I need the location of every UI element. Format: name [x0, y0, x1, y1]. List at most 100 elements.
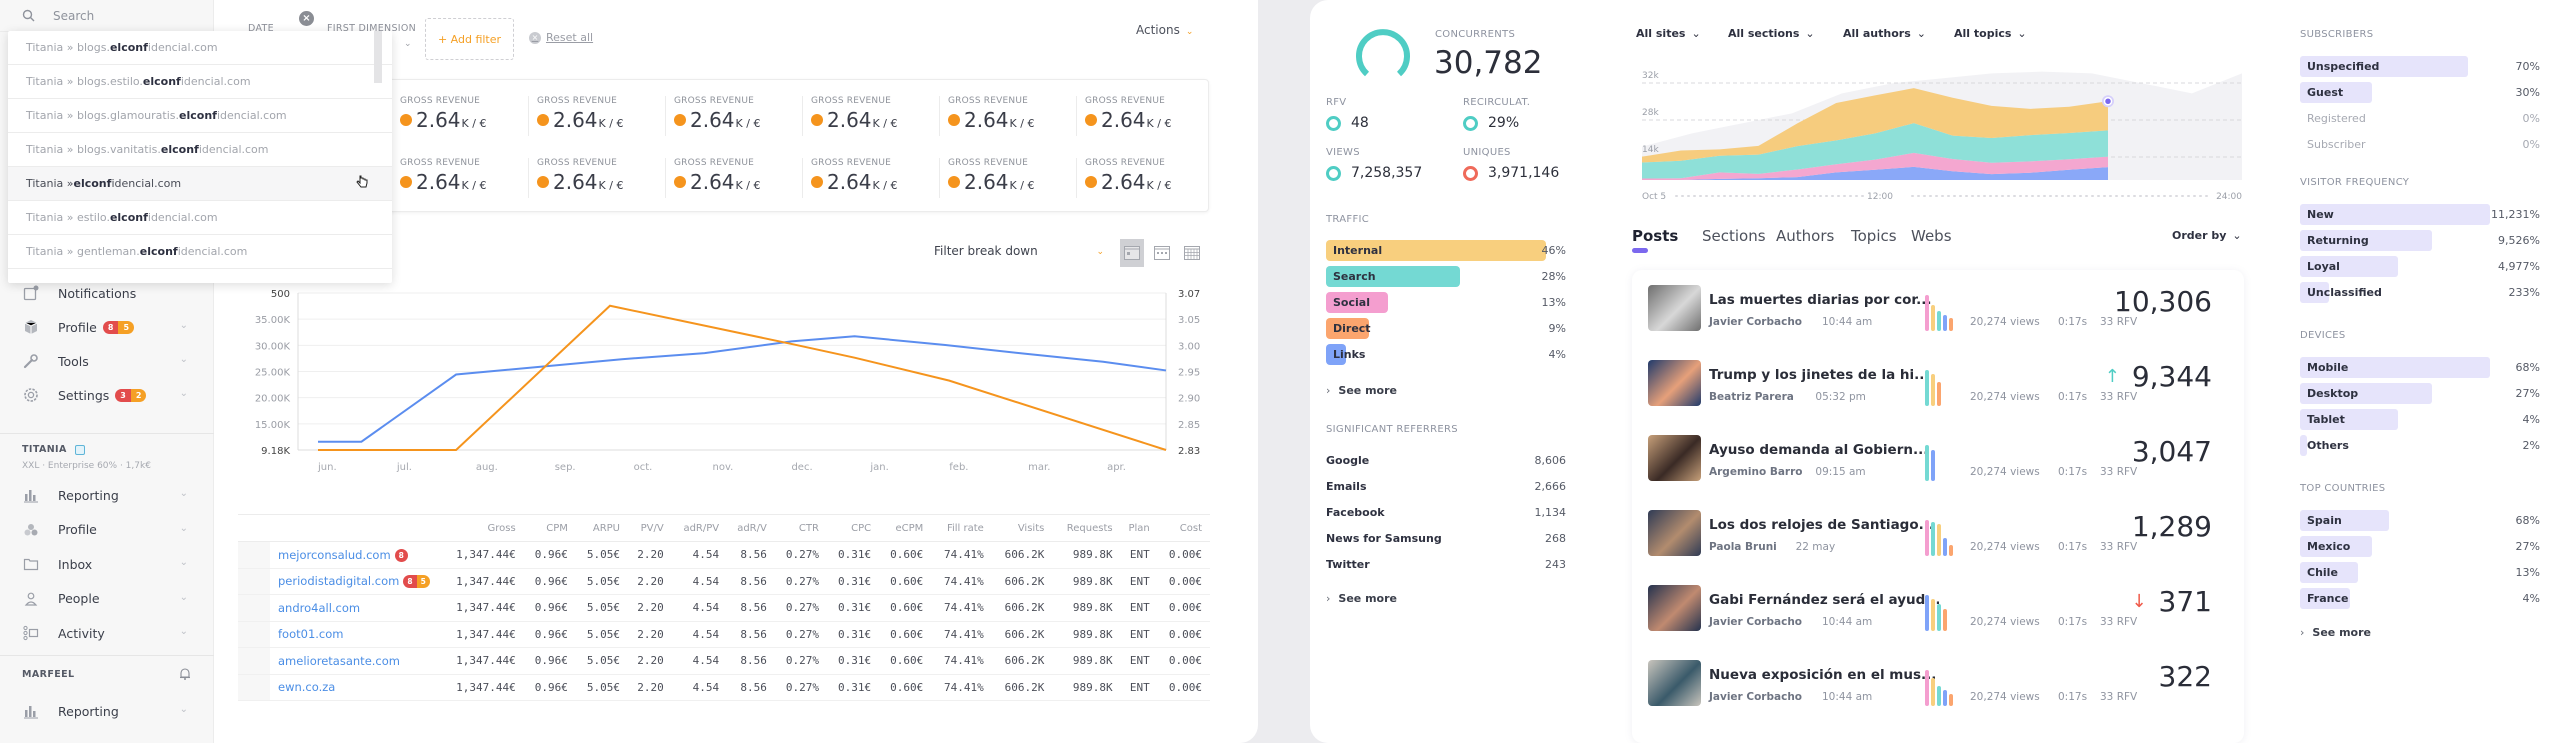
post-item[interactable]: Nueva exposición en el mus... Javier Corb… [1648, 660, 2228, 710]
traffic-row[interactable]: Direct 9% [1326, 318, 1566, 339]
site-link[interactable]: mejorconsalud.com [278, 548, 391, 562]
dropdown-option[interactable]: Titania » gentleman. elconf idencial.com [8, 235, 392, 269]
post-title[interactable]: Trump y los jinetes de la hi... [1709, 367, 1939, 383]
clear-date-filter-icon[interactable]: × [299, 11, 314, 26]
sidebar-item-inbox[interactable]: Inbox ⌄ [0, 547, 214, 581]
site-link[interactable]: periodistadigital.com [278, 574, 399, 588]
subscribers-row[interactable]: Registered 0% [2300, 108, 2540, 129]
order-by-dropdown[interactable]: Order by ⌄ [2172, 229, 2242, 242]
column-header[interactable] [238, 514, 438, 542]
traffic-row[interactable]: Links 4% [1326, 344, 1566, 365]
post-title[interactable]: Los dos relojes de Santiago... [1709, 517, 1939, 533]
subscribers-row[interactable]: Subscriber 0% [2300, 134, 2540, 155]
table-row[interactable]: amelioretasante.com 1,347.44€ 0.96€ 5.05€ 2.… [238, 647, 1210, 675]
devices-row[interactable]: Others 2% [2300, 435, 2540, 456]
column-header[interactable]: adR/PV [671, 514, 728, 542]
chevron-down-icon[interactable]: ⌄ [180, 320, 188, 331]
column-header[interactable]: adR/V [727, 514, 775, 542]
post-title[interactable]: Ayuso demanda al Gobiern... [1709, 442, 1939, 458]
column-header[interactable]: CPM [523, 514, 576, 542]
devices-row[interactable]: Tablet 4% [2300, 409, 2540, 430]
top-countries-row[interactable]: Mexico 27% [2300, 536, 2540, 557]
visitor-frequency-row[interactable]: Loyal 4,977% [2300, 256, 2540, 277]
column-header[interactable]: CPC [826, 514, 880, 542]
chevron-down-icon[interactable]: ⌄ [180, 592, 188, 603]
post-item[interactable]: Gabi Fernández será el ayud... Javier Cor… [1648, 585, 2228, 635]
visitor-frequency-row[interactable]: Unclassified 233% [2300, 282, 2540, 303]
tab-authors[interactable]: Authors [1776, 227, 1834, 245]
column-header[interactable]: Plan [1120, 514, 1158, 542]
top-countries-row[interactable]: France 4% [2300, 588, 2540, 609]
site-link[interactable]: foot01.com [278, 627, 343, 641]
site-link[interactable]: andro4all.com [278, 601, 360, 615]
filter-dropdown-all-sections[interactable]: All sections ⌄ [1728, 27, 1815, 40]
column-header[interactable]: CTR [774, 514, 827, 542]
traffic-row[interactable]: Social 13% [1326, 292, 1566, 313]
sidebar-search[interactable]: Search [0, 0, 214, 32]
subscribers-row[interactable]: Guest 30% [2300, 82, 2540, 103]
chevron-down-icon[interactable]: ⌄ [180, 557, 188, 568]
table-row[interactable]: periodistadigital.com 8 5 1,347.44€ 0.96€ 5.0… [238, 568, 1210, 595]
site-link[interactable]: amelioretasante.com [278, 654, 400, 668]
traffic-see-more-link[interactable]: › See more [1326, 384, 1397, 397]
filter-dropdown-all-sites[interactable]: All sites ⌄ [1636, 27, 1701, 40]
table-row[interactable]: andro4all.com 1,347.44€ 0.96€ 5.05€ 2.20 4.54… [238, 594, 1210, 622]
chevron-down-icon[interactable]: ⌄ [180, 388, 188, 399]
referrer-row[interactable]: Facebook 1,134 [1326, 506, 1566, 519]
chevron-down-icon[interactable]: ⌄ [404, 39, 412, 49]
table-row[interactable]: mejorconsalud.com 8 1,347.44€ 0.96€ 5.05€ 2.2… [238, 541, 1210, 569]
dropdown-option[interactable]: Titania » estilo. elconf idencial.com [8, 201, 392, 235]
dropdown-option[interactable]: Titania » blogs. elconf idencial.com [8, 31, 392, 65]
sidebar-item-people[interactable]: People ⌄ [0, 582, 214, 616]
table-row[interactable]: ewn.co.za 1,347.44€ 0.96€ 5.05€ 2.20 4.54 8.56… [238, 674, 1210, 701]
chevron-down-icon[interactable]: ⌄ [180, 354, 188, 365]
post-item[interactable]: Los dos relojes de Santiago... Paola Brun… [1648, 510, 2228, 560]
post-title[interactable]: Las muertes diarias por cor... [1709, 292, 1939, 308]
top-countries-row[interactable]: Chile 13% [2300, 562, 2540, 583]
chevron-down-icon[interactable]: ⌄ [180, 626, 188, 637]
sidebar-item-profile[interactable]: Profile ⌄ [0, 513, 214, 547]
referrer-row[interactable]: Twitter 243 [1326, 558, 1566, 571]
filter-breakdown-select[interactable]: Filter break down ⌄ [934, 244, 1104, 258]
column-header[interactable]: Gross [438, 514, 524, 542]
top-countries-row[interactable]: Spain 68% [2300, 510, 2540, 531]
post-title[interactable]: Nueva exposición en el mus... [1709, 667, 1939, 683]
grid-view-button[interactable] [1180, 239, 1204, 267]
search-input[interactable]: Search [53, 9, 94, 23]
chevron-down-icon[interactable]: ⌄ [180, 704, 188, 715]
sidebar-item-tools[interactable]: Tools ⌄ [0, 344, 214, 378]
add-filter-button[interactable]: + Add filter [425, 18, 514, 60]
dropdown-scrollbar[interactable] [374, 31, 382, 83]
single-view-button[interactable] [1120, 239, 1144, 267]
actions-dropdown[interactable]: Actions ⌄ [1136, 23, 1193, 37]
traffic-row[interactable]: Internal 46% [1326, 240, 1566, 261]
post-item[interactable]: Las muertes diarias por cor... Javier Cor… [1648, 285, 2228, 335]
chevron-down-icon[interactable]: ⌄ [180, 523, 188, 534]
filter-dropdown-all-authors[interactable]: All authors ⌄ [1843, 27, 1926, 40]
site-link[interactable]: ewn.co.za [278, 680, 335, 694]
referrer-row[interactable]: Emails 2,666 [1326, 480, 1566, 493]
column-header[interactable]: Fill rate [931, 514, 992, 542]
visitor-frequency-row[interactable]: Returning 9,526% [2300, 230, 2540, 251]
traffic-row[interactable]: Search 28% [1326, 266, 1566, 287]
tab-webs[interactable]: Webs [1911, 227, 1952, 245]
sidebar-item-reporting[interactable]: Reporting ⌄ [0, 478, 214, 512]
countries-see-more-link[interactable]: › See more [2300, 626, 2371, 639]
column-header[interactable]: eCPM [879, 514, 932, 542]
bell-icon[interactable] [178, 667, 192, 681]
post-title[interactable]: Gabi Fernández será el ayud... [1709, 592, 1939, 608]
post-item[interactable]: Ayuso demanda al Gobiern... Argemino Barr… [1648, 435, 2228, 485]
chevron-down-icon[interactable]: ⌄ [180, 488, 188, 499]
split-view-button[interactable] [1150, 239, 1174, 267]
subscribers-row[interactable]: Unspecified 70% [2300, 56, 2540, 77]
devices-row[interactable]: Desktop 27% [2300, 383, 2540, 404]
dropdown-option[interactable]: Titania » elconf idencial.com [8, 167, 392, 201]
referrer-row[interactable]: Google 8,606 [1326, 454, 1566, 467]
sidebar-item-activity[interactable]: Activity ⌄ [0, 616, 214, 650]
visitor-frequency-row[interactable]: New 11,231% [2300, 204, 2540, 225]
dropdown-option[interactable]: Titania » blogs.glamouratis. elconf idenci… [8, 99, 392, 133]
sidebar-item-settings[interactable]: Settings 3 2 ⌄ [0, 378, 214, 412]
column-header[interactable]: Visits [991, 514, 1053, 542]
dropdown-option[interactable]: Titania » blogs.vanitatis. elconf idencial… [8, 133, 392, 167]
tab-posts[interactable]: Posts [1632, 227, 1678, 245]
